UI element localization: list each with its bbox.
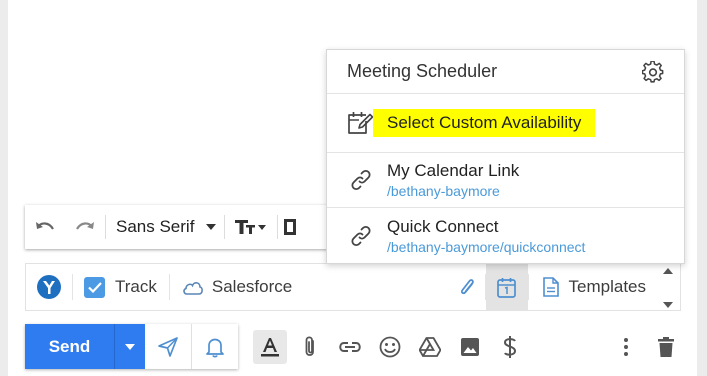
my-calendar-link-url[interactable]: /bethany-baymore (387, 182, 519, 200)
chevron-down-icon (206, 224, 217, 230)
yesware-logo-icon (37, 275, 61, 299)
google-drive-icon (419, 336, 441, 357)
insert-drive-button[interactable] (410, 324, 450, 369)
track-label: Track (115, 277, 157, 296)
my-calendar-link-text: My Calendar Link /bethany-baymore (387, 161, 519, 200)
trash-icon (658, 336, 674, 357)
quick-connect-text: Quick Connect /bethany-baymore/quickconn… (387, 217, 585, 256)
formatting-toolbar: Sans Serif (25, 205, 345, 249)
quick-connect-title: Quick Connect (387, 216, 499, 236)
track-checkbox[interactable] (84, 276, 105, 298)
link-icon (339, 341, 361, 352)
email-plugin-bar: Track Salesforce Templates (25, 263, 681, 311)
insert-emoji-button[interactable] (370, 324, 410, 369)
redo-button[interactable] (65, 205, 105, 249)
paperclip-icon (460, 279, 474, 295)
compose-actions (250, 324, 530, 369)
row-icon (347, 169, 375, 191)
undo-button[interactable] (25, 205, 65, 249)
select-custom-availability-label: Select Custom Availability (373, 109, 596, 137)
calendar-edit-icon (348, 112, 374, 134)
bell-icon (206, 338, 224, 357)
font-family-label: Sans Serif (116, 217, 195, 236)
calendar-icon (497, 277, 516, 298)
attach-files-button[interactable] (290, 324, 330, 369)
text-format-icon (261, 337, 279, 356)
insert-photo-button[interactable] (450, 324, 490, 369)
chevron-down-icon (125, 343, 135, 350)
meeting-scheduler-button[interactable] (485, 263, 528, 311)
send-options-button[interactable] (115, 324, 145, 369)
scroll-down-icon[interactable] (663, 302, 673, 308)
dollar-sign-icon (503, 335, 517, 358)
image-icon (461, 337, 479, 356)
templates-label: Templates (568, 277, 646, 296)
popup-title: Meeting Scheduler (347, 61, 498, 81)
quick-connect-item[interactable]: Quick Connect /bethany-baymore/quickconn… (327, 208, 684, 264)
formatting-options-button[interactable] (253, 329, 287, 364)
link-icon (351, 169, 371, 191)
send-controls: Send (25, 324, 238, 369)
attach-file-button[interactable] (449, 264, 485, 310)
insert-payment-button[interactable] (490, 324, 530, 369)
insert-link-button[interactable] (330, 324, 370, 369)
yesware-logo-button[interactable] (26, 264, 72, 310)
checkmark-icon (87, 281, 102, 293)
plugin-scrollbar[interactable] (660, 268, 676, 308)
quick-connect-url[interactable]: /bethany-baymore/quickconnect (387, 238, 585, 256)
send-button[interactable]: Send (25, 324, 115, 369)
font-family-select[interactable]: Sans Serif (106, 205, 224, 249)
templates-button[interactable]: Templates (529, 264, 680, 310)
compose-end-actions (606, 324, 686, 369)
paper-plane-icon (158, 336, 178, 357)
font-size-button[interactable] (225, 205, 277, 249)
row-icon (347, 110, 375, 136)
document-icon (542, 277, 559, 297)
bold-icon (284, 219, 297, 235)
popup-header: Meeting Scheduler (327, 50, 684, 94)
more-options-button[interactable] (606, 324, 646, 369)
more-vertical-icon (624, 337, 628, 356)
discard-draft-button[interactable] (646, 324, 686, 369)
bold-button[interactable] (278, 205, 298, 249)
text-size-icon (235, 220, 267, 234)
emoji-icon (379, 336, 401, 357)
cloud-icon (183, 281, 203, 295)
email-compose-window: Sans Serif Track Salesforce Templates Se… (0, 0, 707, 376)
paperclip-icon (305, 335, 314, 356)
reminder-button[interactable] (192, 324, 238, 369)
redo-icon (76, 222, 94, 230)
select-custom-availability-item[interactable]: Select Custom Availability (327, 94, 684, 153)
row-icon (347, 225, 375, 247)
link-icon (351, 225, 371, 247)
my-calendar-link-title: My Calendar Link (387, 160, 520, 180)
salesforce-button[interactable]: Salesforce (170, 264, 292, 310)
my-calendar-link-item[interactable]: My Calendar Link /bethany-baymore (327, 153, 684, 208)
send-later-button[interactable] (145, 324, 191, 369)
track-toggle[interactable]: Track (73, 264, 169, 310)
scroll-up-icon[interactable] (663, 268, 673, 274)
salesforce-label: Salesforce (211, 277, 293, 296)
undo-icon (36, 222, 54, 230)
meeting-scheduler-popup: Meeting Scheduler Select Custom Availabi… (326, 49, 685, 264)
gear-icon[interactable] (642, 60, 664, 83)
